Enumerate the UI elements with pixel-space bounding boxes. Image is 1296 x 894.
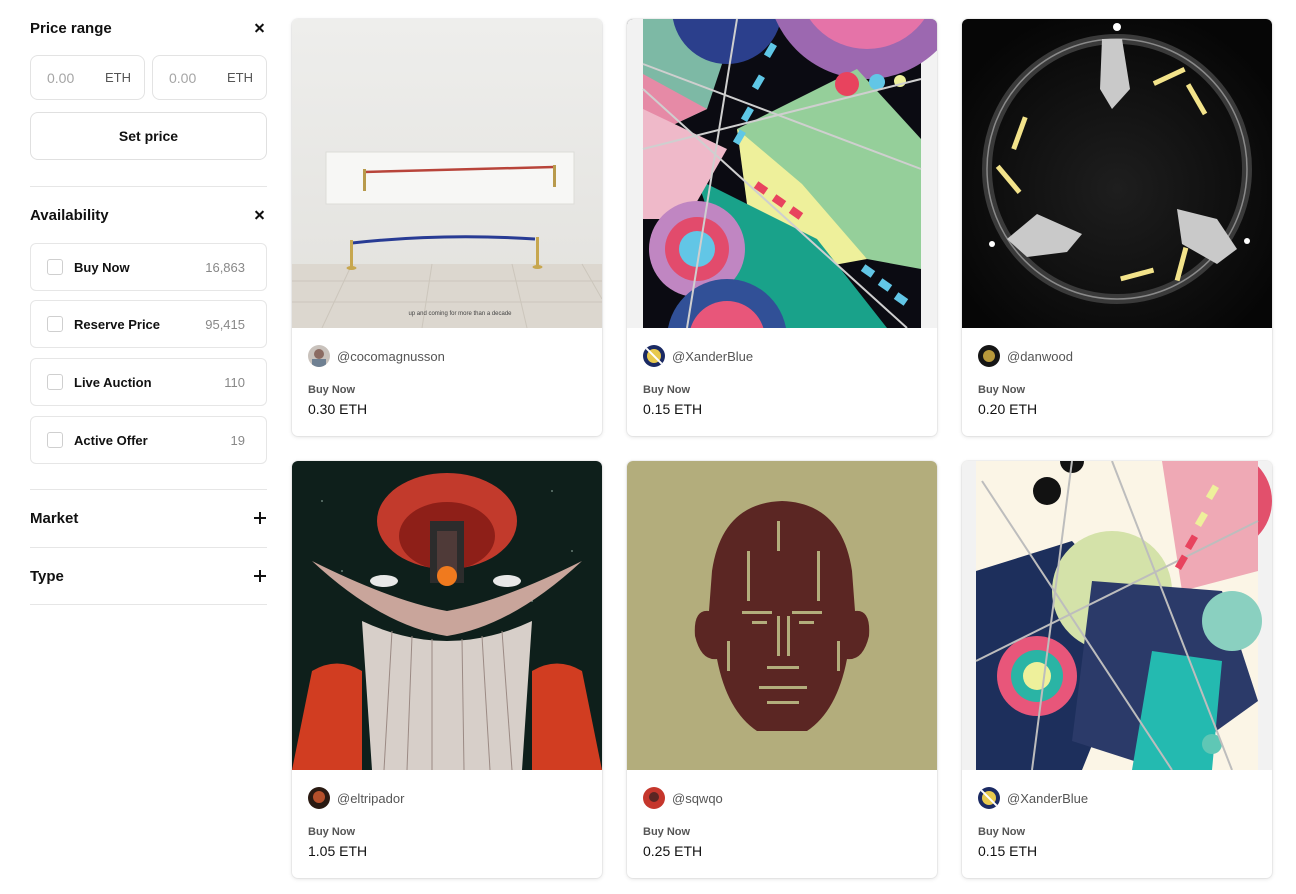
creator-handle: @cocomagnusson <box>337 348 445 364</box>
price-range-section: Price range 0.00 ETH 0.00 ETH Set price <box>30 18 267 160</box>
creator-link[interactable]: @cocomagnusson <box>308 345 445 367</box>
avatar <box>643 345 665 367</box>
price-value: 0.15 ETH <box>978 843 1038 859</box>
nft-card[interactable]: @XanderBlue Buy Now 0.15 ETH <box>962 461 1272 878</box>
market-header[interactable]: Market <box>30 508 267 528</box>
checkbox[interactable] <box>47 259 63 275</box>
creator-link[interactable]: @eltripador <box>308 787 404 809</box>
creator-link[interactable]: @danwood <box>978 345 1073 367</box>
artwork-image[interactable] <box>962 461 1272 770</box>
price-value: 0.30 ETH <box>308 401 368 417</box>
option-count: 16,863 <box>205 259 245 275</box>
price-value: 0.25 ETH <box>643 843 703 859</box>
creator-link[interactable]: @XanderBlue <box>978 787 1088 809</box>
type-section[interactable]: Type <box>30 566 267 586</box>
sale-status: Buy Now <box>978 384 1026 396</box>
max-price-input[interactable]: 0.00 ETH <box>152 55 267 100</box>
availability-option-active-offer[interactable]: Active Offer 19 <box>30 416 267 464</box>
artwork-image[interactable] <box>292 461 602 770</box>
nft-card[interactable]: @sqwqo Buy Now 0.25 ETH <box>627 461 937 878</box>
price-value: 0.15 ETH <box>643 401 703 417</box>
creator-handle: @XanderBlue <box>1007 790 1089 806</box>
checkbox[interactable] <box>47 316 63 332</box>
price-range-header[interactable]: Price range <box>30 18 267 38</box>
creator-handle: @sqwqo <box>672 790 723 806</box>
option-label: Reserve Price <box>74 316 161 332</box>
max-price-placeholder: 0.00 <box>169 69 197 86</box>
price-range-title: Price range <box>30 19 112 37</box>
option-count: 95,415 <box>205 316 245 332</box>
option-count: 110 <box>224 374 245 390</box>
artwork-image[interactable] <box>962 19 1272 328</box>
market-section[interactable]: Market <box>30 508 267 528</box>
availability-option-live-auction[interactable]: Live Auction 110 <box>30 358 267 406</box>
creator-handle: @danwood <box>1007 348 1073 364</box>
availability-option-buy-now[interactable]: Buy Now 16,863 <box>30 243 267 291</box>
option-count: 19 <box>230 432 245 448</box>
avatar <box>308 787 330 809</box>
type-title: Type <box>30 567 64 585</box>
max-price-unit: ETH <box>227 70 253 85</box>
option-label: Buy Now <box>74 259 130 275</box>
nft-card[interactable]: @XanderBlue Buy Now 0.15 ETH <box>627 19 937 436</box>
artwork-caption: up and coming for more than a decade <box>408 311 512 317</box>
set-price-button[interactable]: Set price <box>30 112 267 160</box>
market-title: Market <box>30 509 79 527</box>
divider <box>30 186 267 187</box>
divider <box>30 604 267 605</box>
availability-option-reserve-price[interactable]: Reserve Price 95,415 <box>30 300 267 348</box>
option-label: Active Offer <box>74 432 148 448</box>
sale-status: Buy Now <box>308 826 356 838</box>
creator-link[interactable]: @XanderBlue <box>643 345 753 367</box>
creator-handle: @eltripador <box>337 790 405 806</box>
checkbox[interactable] <box>47 432 63 448</box>
avatar <box>308 345 330 367</box>
availability-section: Availability Buy Now 16,863 Reserve Pric… <box>30 205 267 464</box>
nft-card[interactable]: up and coming for more than a decade @co… <box>292 19 602 436</box>
divider <box>30 489 267 490</box>
availability-header[interactable]: Availability <box>30 205 267 225</box>
nft-card[interactable]: @danwood Buy Now 0.20 ETH <box>962 19 1272 436</box>
min-price-input[interactable]: 0.00 ETH <box>30 55 145 100</box>
creator-handle: @XanderBlue <box>672 348 754 364</box>
checkbox[interactable] <box>47 374 63 390</box>
artwork-image[interactable]: up and coming for more than a decade <box>292 19 602 328</box>
artwork-image[interactable] <box>627 19 937 328</box>
sale-status: Buy Now <box>643 826 691 838</box>
close-icon[interactable] <box>253 208 267 222</box>
min-price-unit: ETH <box>105 70 131 85</box>
min-price-placeholder: 0.00 <box>47 69 75 86</box>
sale-status: Buy Now <box>978 826 1026 838</box>
avatar <box>643 787 665 809</box>
availability-title: Availability <box>30 206 109 224</box>
artwork-image[interactable] <box>627 461 937 770</box>
divider <box>30 547 267 548</box>
plus-icon[interactable] <box>253 569 267 583</box>
sale-status: Buy Now <box>643 384 691 396</box>
nft-card[interactable]: @eltripador Buy Now 1.05 ETH <box>292 461 602 878</box>
price-value: 0.20 ETH <box>978 401 1038 417</box>
option-label: Live Auction <box>74 374 152 390</box>
close-icon[interactable] <box>253 21 267 35</box>
avatar <box>978 345 1000 367</box>
sale-status: Buy Now <box>308 384 356 396</box>
creator-link[interactable]: @sqwqo <box>643 787 723 809</box>
price-value: 1.05 ETH <box>308 843 368 859</box>
type-header[interactable]: Type <box>30 566 267 586</box>
avatar <box>978 787 1000 809</box>
plus-icon[interactable] <box>253 511 267 525</box>
